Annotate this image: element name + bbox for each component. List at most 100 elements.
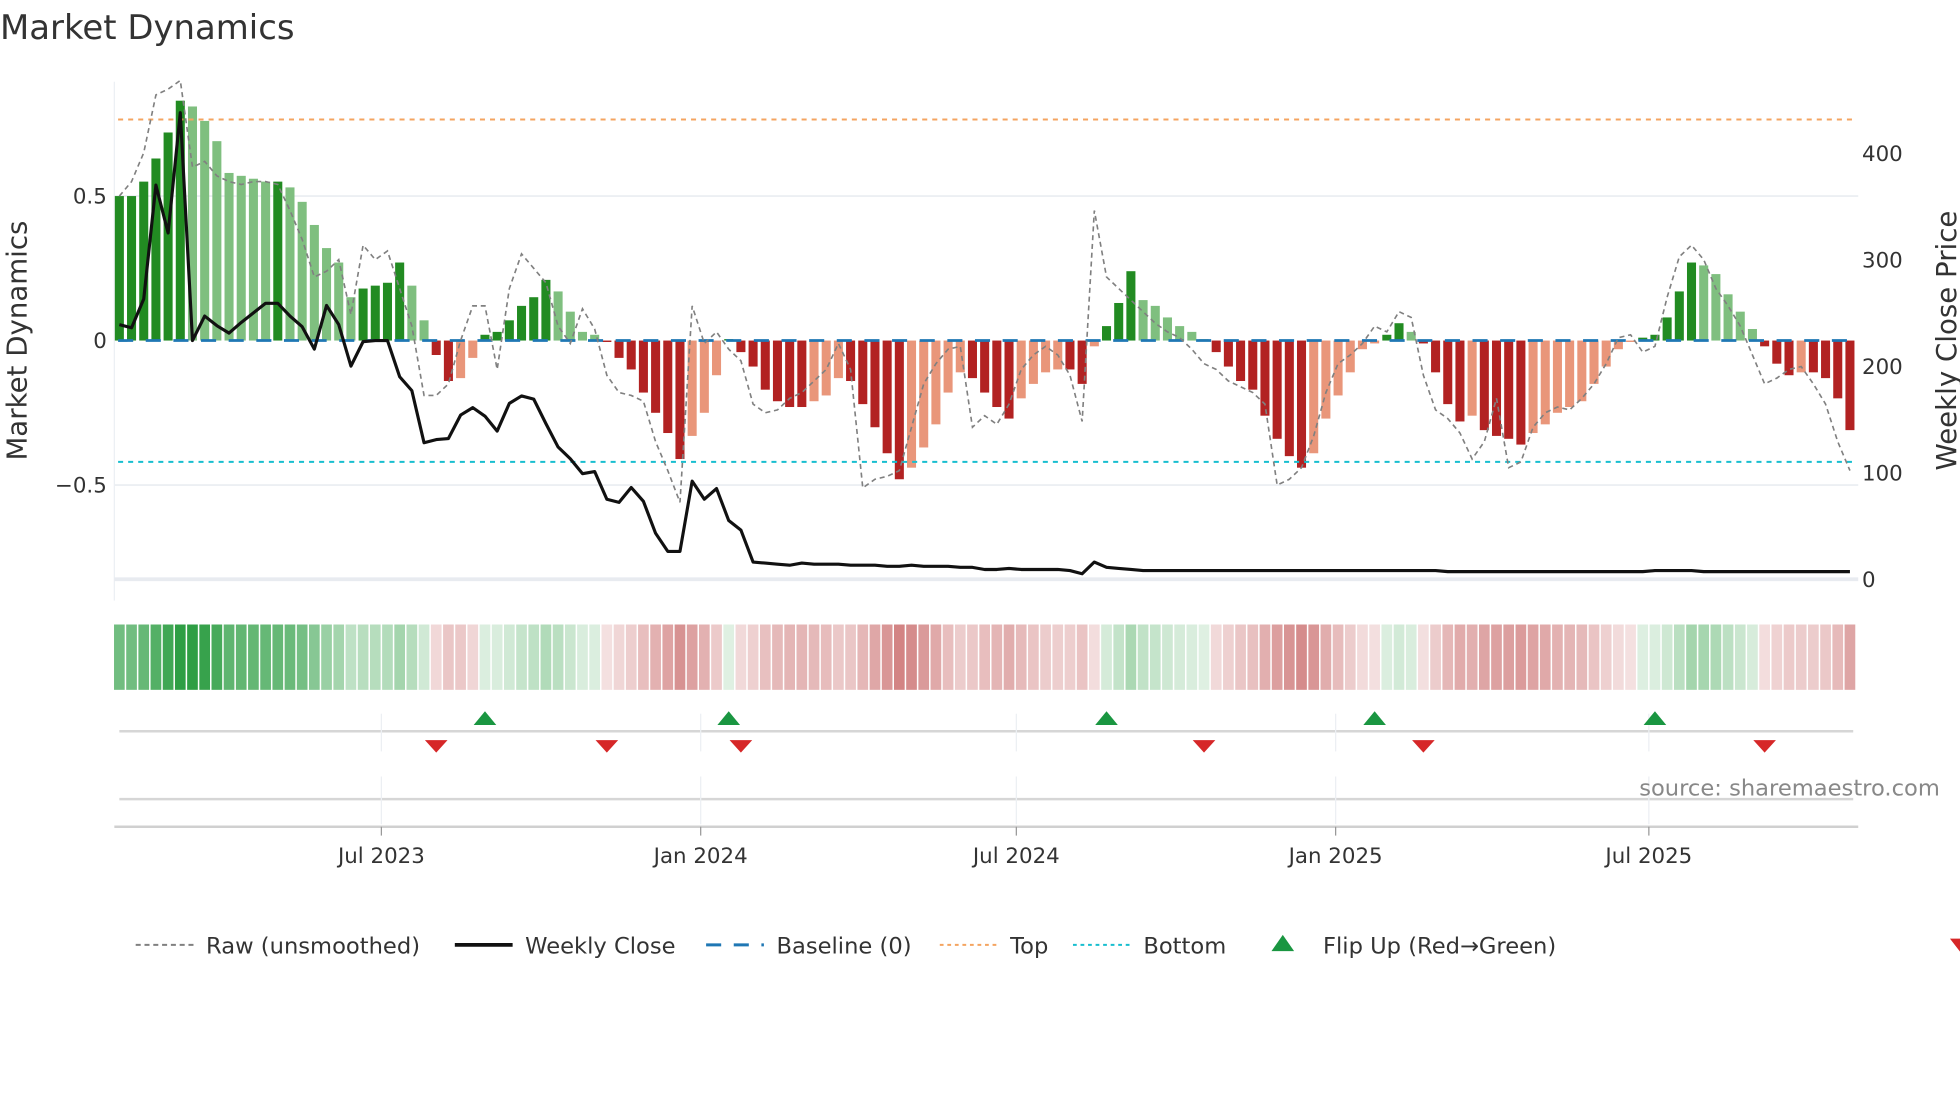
momentum-bar <box>395 262 405 341</box>
flip-down-marker <box>595 740 619 753</box>
heat-cell <box>1710 624 1722 690</box>
heat-cell <box>1698 624 1710 690</box>
momentum-bar <box>407 285 417 341</box>
heat-cell <box>1223 624 1234 690</box>
heat-cell <box>601 624 613 690</box>
heat-cell <box>321 624 332 690</box>
heat-cell <box>967 624 978 690</box>
right-tick-label: 0 <box>1862 568 1876 593</box>
legend-item-flip-down: Flip Down (Green→Red) <box>1949 938 1960 952</box>
heat-cell <box>1198 624 1210 690</box>
momentum-bar <box>577 331 587 341</box>
momentum-bar <box>224 172 234 341</box>
momentum-bar <box>1236 340 1246 382</box>
legend-item-top: Top <box>939 934 1048 960</box>
heat-cell <box>162 624 174 690</box>
heat-cell <box>1235 624 1246 690</box>
momentum-bar <box>1211 340 1221 353</box>
heat-cell <box>1393 624 1405 690</box>
momentum-bar <box>1504 340 1514 439</box>
heat-cell <box>954 624 966 690</box>
momentum-bar <box>1114 302 1124 341</box>
heat-cell <box>857 624 869 690</box>
left-y-ticks: 0.5 0 −0.5 <box>55 185 107 499</box>
heat-cell <box>552 624 564 690</box>
momentum-bar <box>431 340 441 355</box>
momentum-bar <box>419 320 429 341</box>
heat-cell <box>1381 624 1393 690</box>
heat-cell <box>589 624 600 690</box>
left-tick-label: −0.5 <box>55 474 107 499</box>
heat-cell <box>747 624 759 690</box>
momentum-bar <box>882 340 892 454</box>
heat-cell <box>1015 624 1027 690</box>
legend-item-bottom: Bottom <box>1072 934 1226 960</box>
momentum-bar <box>1455 340 1465 422</box>
heat-cell <box>796 624 808 690</box>
momentum-bar <box>931 340 941 425</box>
heat-cell <box>1149 624 1161 690</box>
heat-cell <box>1052 624 1064 690</box>
heat-cell <box>1064 624 1076 690</box>
momentum-bar <box>1187 331 1197 341</box>
heat-cell <box>723 624 735 690</box>
heat-strip <box>114 624 1856 690</box>
heat-cell <box>625 624 637 690</box>
heat-cell <box>1466 624 1478 690</box>
flip-up-marker <box>1095 711 1118 726</box>
momentum-bar <box>1028 340 1038 384</box>
momentum-bar <box>212 141 222 341</box>
heat-cell <box>357 624 369 690</box>
heat-cell <box>1247 624 1259 690</box>
momentum-bar <box>382 282 392 341</box>
momentum-bar <box>858 340 868 405</box>
heat-cell <box>881 624 893 690</box>
heat-cell <box>1344 624 1356 690</box>
heat-cell <box>1771 624 1783 690</box>
heat-cell <box>223 624 235 690</box>
flip-down-marker <box>1412 740 1435 753</box>
heat-cell <box>906 624 917 690</box>
heat-cell <box>1637 624 1649 690</box>
momentum-bar <box>1784 340 1794 376</box>
chart-title: Market Dynamics <box>0 8 295 47</box>
heat-cell <box>345 624 357 690</box>
heat-cell <box>260 624 271 690</box>
momentum-bar <box>1747 328 1757 341</box>
flip-up-marker <box>1643 711 1667 726</box>
right-y-ticks: 0 100 200 300 400 <box>1862 142 1903 593</box>
heat-cell <box>699 624 710 690</box>
momentum-bar <box>687 340 697 436</box>
legend-item-flip-up: Flip Up (Red→Green) <box>1271 934 1556 960</box>
x-tick-label: Jul 2024 <box>971 844 1060 869</box>
heat-cell <box>650 624 661 690</box>
heat-cell <box>211 624 223 690</box>
legend-label: Weekly Close <box>525 934 675 960</box>
momentum-bar <box>163 132 173 341</box>
heat-cell <box>418 624 430 690</box>
heat-cell <box>504 624 515 690</box>
heat-cell <box>1320 624 1332 690</box>
heat-cell <box>1673 624 1685 690</box>
heat-cell <box>845 624 856 690</box>
momentum-bar <box>1552 340 1562 413</box>
momentum-bar <box>980 340 990 393</box>
heat-cell <box>942 624 954 690</box>
heat-cell <box>1491 624 1502 690</box>
heat-cell <box>1040 624 1051 690</box>
momentum-bar <box>1175 326 1185 341</box>
heat-cell <box>467 624 479 690</box>
momentum-bar <box>772 340 782 402</box>
heat-cell <box>382 624 393 690</box>
heat-cell <box>430 624 442 690</box>
heat-cell <box>174 624 186 690</box>
heat-cell <box>1430 624 1441 690</box>
momentum-bar <box>1699 265 1709 341</box>
momentum-bar <box>907 340 917 468</box>
heat-cell <box>1747 624 1758 690</box>
right-tick-label: 100 <box>1862 461 1903 486</box>
momentum-bar <box>1321 340 1331 419</box>
heat-cell <box>1271 624 1283 690</box>
heat-cell <box>1576 624 1588 690</box>
heat-cell <box>833 624 844 690</box>
